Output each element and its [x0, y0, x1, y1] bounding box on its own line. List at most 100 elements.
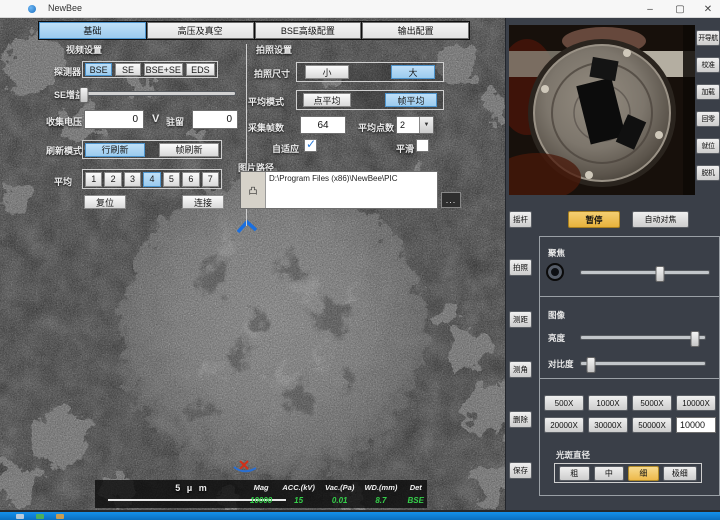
size-large-button[interactable]: 大: [391, 65, 435, 79]
average-label: 平均: [54, 175, 72, 188]
detector-bse-button[interactable]: BSE: [85, 63, 112, 76]
chevron-down-icon[interactable]: ▼: [419, 117, 433, 133]
close-button[interactable]: ✕: [694, 0, 720, 18]
mag-10000x-button[interactable]: 10000X: [676, 395, 716, 411]
tool-button-delete[interactable]: 删除: [509, 411, 532, 428]
se-gain-slider[interactable]: [80, 91, 236, 96]
average-points-dropdown[interactable]: 2 ▼: [396, 116, 434, 134]
collect-voltage-label: 收集电压: [46, 115, 82, 128]
taskbar-icon[interactable]: [36, 514, 44, 519]
spot-diameter-label: 光斑直径: [556, 449, 590, 461]
average-mode-group: 点平均 帧平均: [296, 90, 444, 110]
dwell-input[interactable]: 0: [192, 110, 238, 129]
focus-knob[interactable]: [546, 263, 564, 281]
side-button-calibrate[interactable]: 校准: [696, 57, 720, 73]
refresh-line-button[interactable]: 行刷新: [85, 143, 145, 157]
size-small-button[interactable]: 小: [305, 65, 349, 79]
smooth-label: 平滑: [396, 142, 414, 155]
image-path-value[interactable]: D:\Program Files (x86)\NewBee\PIC: [266, 172, 437, 208]
path-icon: 凸: [241, 172, 266, 208]
average-7-button[interactable]: 7: [202, 172, 219, 187]
mag-1000x-button[interactable]: 1000X: [588, 395, 628, 411]
tool-button-measure-distance[interactable]: 测距: [509, 311, 532, 328]
tab-hv-vacuum[interactable]: 高压及真空: [147, 22, 254, 39]
adaptive-checkbox[interactable]: [304, 139, 317, 152]
point-average-button[interactable]: 点平均: [303, 93, 351, 107]
refresh-frame-button[interactable]: 帧刷新: [159, 143, 219, 157]
contrast-label: 对比度: [548, 358, 574, 370]
collect-voltage-input[interactable]: 0: [84, 110, 144, 129]
detector-se-button[interactable]: SE: [115, 63, 140, 76]
average-4-button[interactable]: 4: [143, 172, 160, 187]
main-workspace: 基础 高压及真空 BSE高级配置 输出配置 视频设置 探测器 BSE SE BS…: [0, 18, 720, 510]
detector-label: 探测器: [54, 65, 81, 78]
window-title: NewBee: [48, 3, 82, 13]
connect-button[interactable]: 连接: [182, 195, 224, 209]
se-gain-slider-thumb[interactable]: [80, 87, 89, 103]
detector-eds-button[interactable]: EDS: [186, 63, 215, 76]
side-button-open-nav[interactable]: 开导航: [696, 30, 720, 46]
spot-medium-button[interactable]: 中: [594, 466, 625, 481]
mag-50000x-button[interactable]: 50000X: [632, 417, 672, 433]
spot-coarse-button[interactable]: 粗: [559, 466, 590, 481]
average-1-button[interactable]: 1: [85, 172, 102, 187]
title-bar: NewBee – ▢ ✕: [0, 0, 720, 18]
tool-button-save[interactable]: 保存: [509, 462, 532, 479]
smooth-checkbox[interactable]: [416, 139, 429, 152]
minimize-button[interactable]: –: [636, 0, 664, 18]
controls-group: 聚焦 图像 亮度 对比度 500X 1000X 5000X 10000X 200…: [539, 236, 720, 496]
browse-button[interactable]: ...: [441, 192, 461, 208]
app-icon: [28, 5, 36, 13]
focus-slider[interactable]: [580, 270, 710, 275]
focus-slider-thumb[interactable]: [656, 266, 665, 282]
tab-bse-advanced-config[interactable]: BSE高级配置: [255, 22, 362, 39]
photo-settings-title: 拍照设置: [256, 43, 292, 56]
spot-fine-button[interactable]: 细: [628, 466, 659, 481]
contrast-slider[interactable]: [580, 361, 706, 366]
mag-500x-button[interactable]: 500X: [544, 395, 584, 411]
taskbar[interactable]: [0, 512, 720, 520]
tab-basic[interactable]: 基础: [39, 22, 146, 39]
side-button-in-position[interactable]: 就位: [696, 138, 720, 154]
tool-button-photo[interactable]: 拍照: [509, 259, 532, 276]
reset-button[interactable]: 复位: [84, 195, 126, 209]
spot-extra-fine-button[interactable]: 极细: [663, 466, 697, 481]
side-button-load[interactable]: 加载: [696, 84, 720, 100]
taskbar-icon[interactable]: [56, 514, 64, 519]
pause-button[interactable]: 暂停: [568, 211, 620, 228]
brightness-slider-thumb[interactable]: [691, 331, 700, 347]
tool-button-joystick[interactable]: 摇杆: [509, 211, 532, 228]
photo-size-label: 拍照尺寸: [254, 67, 290, 80]
average-6-button[interactable]: 6: [182, 172, 199, 187]
status-mag: Mag10000: [250, 483, 272, 505]
refresh-mode-group: 行刷新 帧刷新: [82, 140, 222, 159]
mag-5000x-button[interactable]: 5000X: [632, 395, 672, 411]
tab-output-config[interactable]: 输出配置: [362, 22, 469, 39]
average-2-button[interactable]: 2: [104, 172, 121, 187]
magnification-input[interactable]: 10000: [676, 417, 716, 433]
mag-30000x-button[interactable]: 30000X: [588, 417, 628, 433]
sem-viewport[interactable]: 基础 高压及真空 BSE高级配置 输出配置 视频设置 探测器 BSE SE BS…: [0, 18, 505, 510]
brightness-label: 亮度: [548, 332, 565, 344]
frames-input[interactable]: 64: [300, 116, 346, 134]
tool-button-measure-angle[interactable]: 测角: [509, 361, 532, 378]
average-mode-label: 平均模式: [248, 95, 284, 108]
divider: [540, 378, 719, 379]
average-5-button[interactable]: 5: [163, 172, 180, 187]
autofocus-button[interactable]: 自动对焦: [632, 211, 689, 228]
average-group: 1 2 3 4 5 6 7: [82, 169, 222, 189]
side-button-return-zero[interactable]: 回零: [696, 111, 720, 127]
maximize-button[interactable]: ▢: [666, 0, 694, 18]
status-det: DetBSE: [408, 483, 424, 505]
image-path-box[interactable]: 凸 D:\Program Files (x86)\NewBee\PIC: [240, 171, 438, 209]
contrast-slider-thumb[interactable]: [586, 357, 595, 373]
focus-label: 聚焦: [548, 247, 565, 259]
brightness-slider[interactable]: [580, 335, 706, 340]
side-button-offline[interactable]: 脱机: [696, 165, 720, 181]
taskbar-icon[interactable]: [16, 514, 24, 519]
status-wd-mm: WD.(mm)8.7: [364, 483, 397, 505]
frame-average-button[interactable]: 帧平均: [385, 93, 437, 107]
mag-20000x-button[interactable]: 20000X: [544, 417, 584, 433]
average-3-button[interactable]: 3: [124, 172, 141, 187]
detector-bse-se-button[interactable]: BSE+SE: [144, 63, 183, 76]
